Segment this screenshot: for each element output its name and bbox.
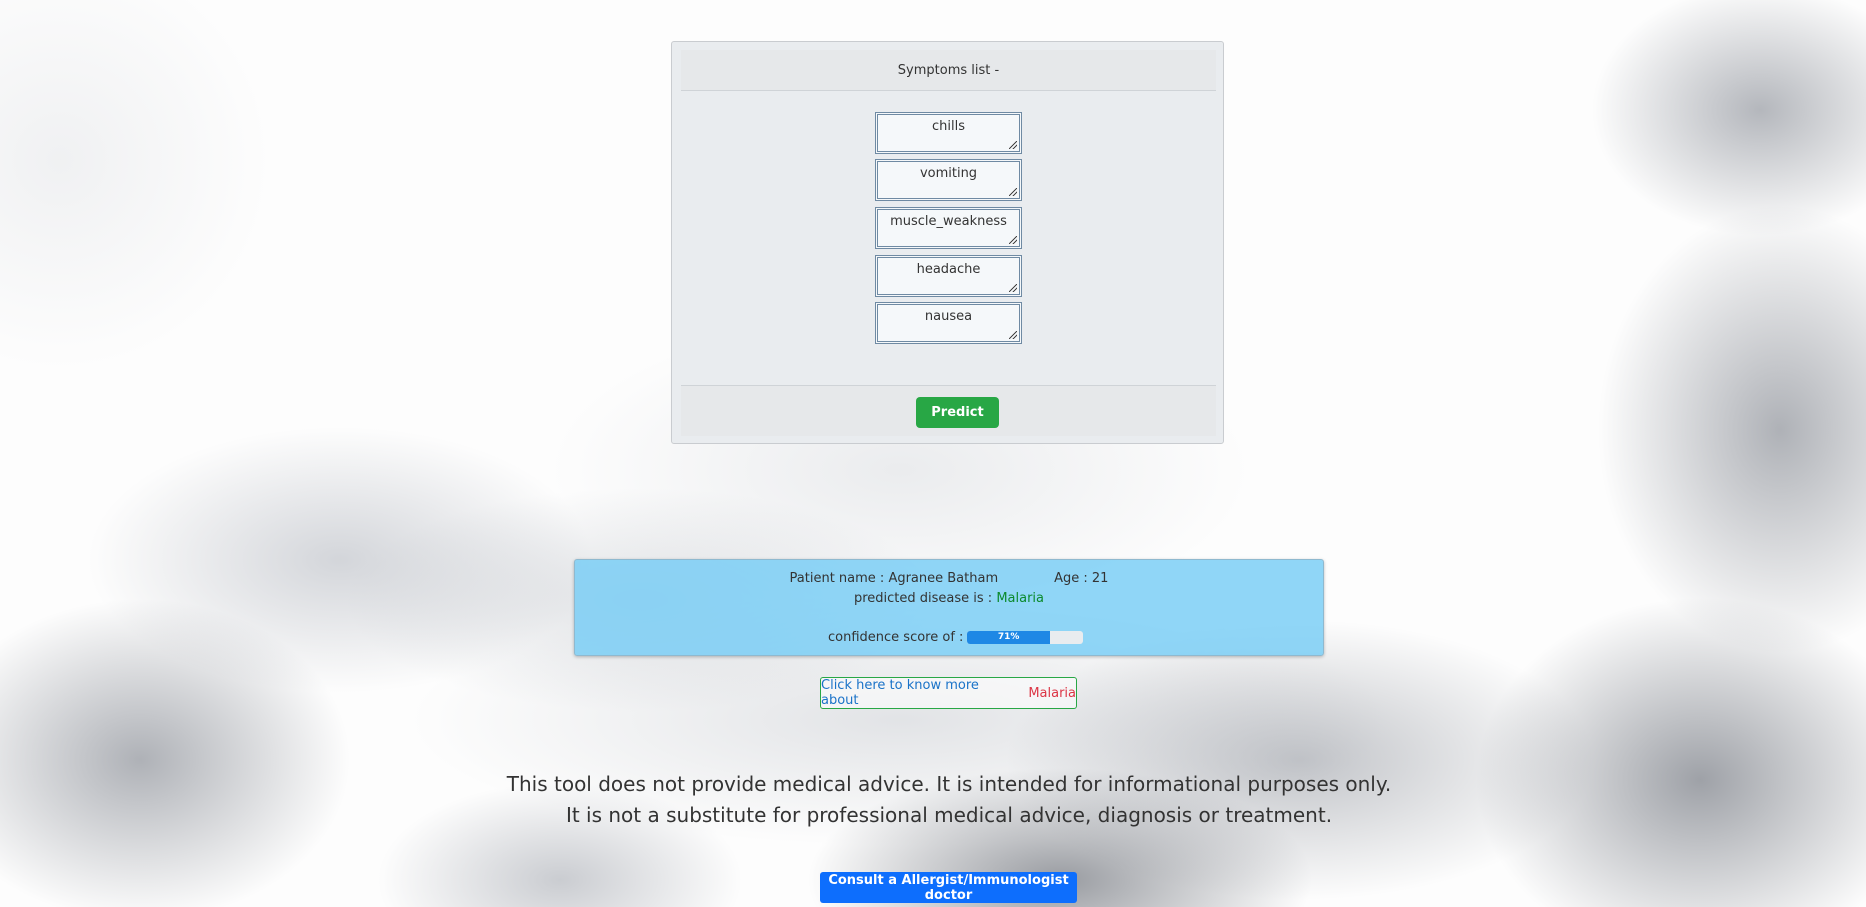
confidence-progress-bar: 71%	[967, 631, 1050, 644]
symptom-text: chills	[932, 119, 965, 134]
predicted-disease-name: Malaria	[996, 591, 1045, 606]
symptom-text: muscle_weakness	[890, 214, 1007, 229]
symptoms-card: Symptoms list - chills vomiting muscle_w…	[671, 41, 1224, 444]
confidence-label: confidence score of :	[828, 630, 964, 645]
know-more-label: Click here to know more about	[821, 678, 979, 708]
prediction-result-panel: Patient name : Agranee Batham Age : 21 pr…	[574, 559, 1324, 656]
symptom-field-2[interactable]: vomiting	[875, 159, 1022, 201]
disclaimer-line-2: It is not a substitute for professional …	[565, 803, 1333, 827]
patient-name: Patient name : Agranee Batham	[789, 571, 999, 586]
resize-grip-icon[interactable]	[1009, 188, 1017, 196]
predicted-disease-line: predicted disease is : Malaria	[575, 591, 1323, 606]
symptom-text: headache	[916, 262, 981, 277]
symptom-field-4[interactable]: headache	[875, 255, 1022, 297]
predicted-disease-label: predicted disease is :	[853, 591, 997, 606]
confidence-line: confidence score of : 71%	[828, 630, 1084, 645]
resize-grip-icon[interactable]	[1009, 331, 1017, 339]
symptoms-list-title: Symptoms list -	[897, 62, 1000, 78]
disclaimer-line-1: This tool does not provide medical advic…	[506, 772, 1392, 796]
resize-grip-icon[interactable]	[1009, 141, 1017, 149]
consult-doctor-button[interactable]: Consult a Allergist/Immunologist doctor	[820, 872, 1077, 903]
symptom-text: nausea	[924, 309, 973, 324]
resize-grip-icon[interactable]	[1009, 236, 1017, 244]
symptom-text: vomiting	[919, 166, 978, 181]
confidence-progress: 71%	[967, 631, 1084, 644]
medical-disclaimer: This tool does not provide medical advic…	[433, 769, 1465, 831]
symptoms-card-header: Symptoms list -	[681, 50, 1216, 91]
symptom-field-1[interactable]: chills	[875, 112, 1022, 154]
know-more-button[interactable]: Click here to know more about Malaria	[820, 677, 1077, 709]
resize-grip-icon[interactable]	[1009, 284, 1017, 292]
know-more-disease: Malaria	[1028, 685, 1076, 701]
predict-button[interactable]: Predict	[916, 397, 999, 428]
symptom-field-5[interactable]: nausea	[875, 302, 1022, 344]
patient-age: Age : 21	[1054, 571, 1109, 586]
patient-info-line: Patient name : Agranee Batham Age : 21	[575, 571, 1323, 586]
symptom-field-3[interactable]: muscle_weakness	[875, 207, 1022, 249]
symptoms-card-footer: Predict	[681, 385, 1216, 436]
